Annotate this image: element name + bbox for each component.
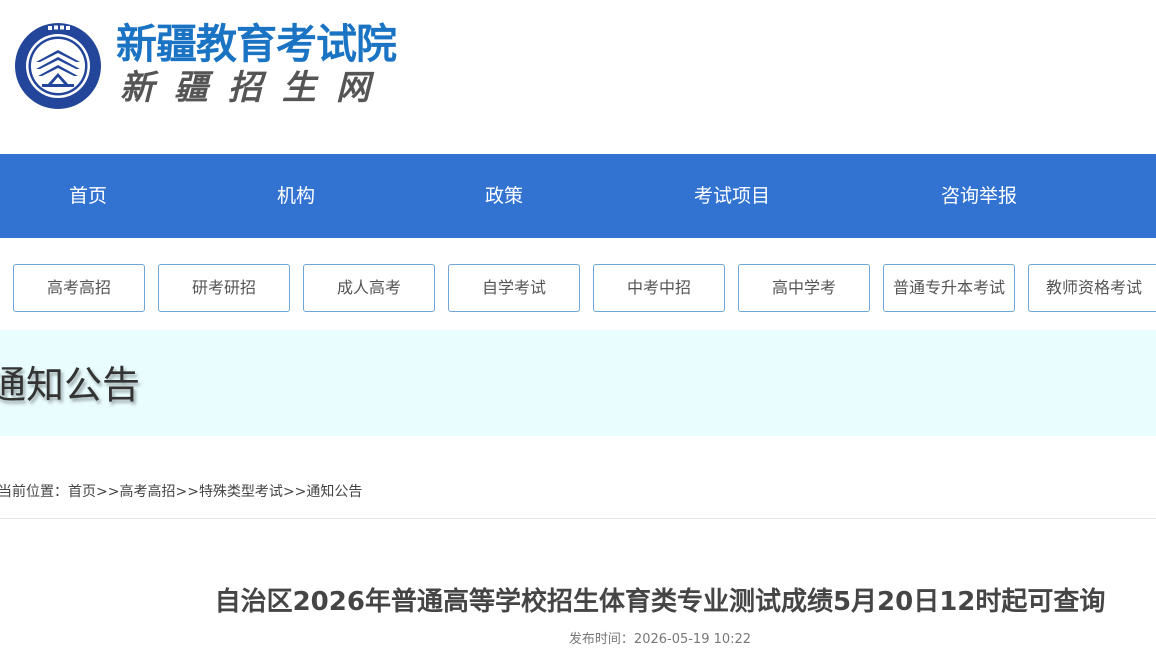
breadcrumb-separator: >> <box>282 484 307 500</box>
category-button-adult[interactable]: 成人高考 <box>303 264 435 312</box>
breadcrumb-separator: >> <box>96 484 120 500</box>
publish-time-label: 发布时间： <box>568 632 634 647</box>
breadcrumb-item-home[interactable]: 首页 <box>68 484 96 500</box>
category-button-gaokao[interactable]: 高考高招 <box>13 264 145 312</box>
nav-item-exam-projects[interactable]: 考试项目 <box>672 154 792 238</box>
category-button-upgrade[interactable]: 普通专升本考试 <box>883 264 1015 312</box>
nav-item-consult-report[interactable]: 咨询举报 <box>919 154 1039 238</box>
breadcrumb-prefix: 当前位置： <box>0 484 68 500</box>
category-button-graduate[interactable]: 研考研招 <box>158 264 290 312</box>
site-subtitle: 新疆招生网 <box>120 68 390 108</box>
nav-item-home[interactable]: 首页 <box>38 154 138 238</box>
breadcrumb-separator: >> <box>175 484 199 500</box>
article-meta: 发布时间：2026-05-19 10:22 <box>160 630 1156 650</box>
breadcrumb-item-gaokao[interactable]: 高考高招 <box>119 484 175 500</box>
category-button-zhongkao[interactable]: 中考中招 <box>593 264 725 312</box>
breadcrumb-item-notices[interactable]: 通知公告 <box>306 484 362 500</box>
nav-item-policy[interactable]: 政策 <box>454 154 554 238</box>
exam-institute-emblem-icon[interactable] <box>14 22 102 110</box>
publish-time: 2026-05-19 10:22 <box>633 632 752 647</box>
site-title: 新疆教育考试院 <box>116 20 397 68</box>
site-header: 新疆教育考试院 新疆招生网 <box>0 0 1156 154</box>
category-button-self-study[interactable]: 自学考试 <box>448 264 580 312</box>
main-nav: 首页 机构 政策 考试项目 咨询举报 <box>0 154 1156 238</box>
section-banner: 通知公告 <box>0 330 1156 436</box>
breadcrumb: 当前位置：首页>>高考高招>>特殊类型考试>>通知公告 <box>0 480 362 504</box>
nav-item-organization[interactable]: 机构 <box>246 154 346 238</box>
breadcrumb-item-special-exam[interactable]: 特殊类型考试 <box>199 484 283 500</box>
article-title: 自治区2026年普通高等学校招生体育类专业测试成绩5月20日12时起可查询 <box>214 587 1106 617</box>
category-button-teacher[interactable]: 教师资格考试 <box>1028 264 1156 312</box>
section-title: 通知公告 <box>0 363 141 407</box>
breadcrumb-divider <box>0 518 1156 519</box>
category-button-highschool[interactable]: 高中学考 <box>738 264 870 312</box>
exam-category-nav: 高考高招 研考研招 成人高考 自学考试 中考中招 高中学考 普通专升本考试 教师… <box>0 264 1156 312</box>
